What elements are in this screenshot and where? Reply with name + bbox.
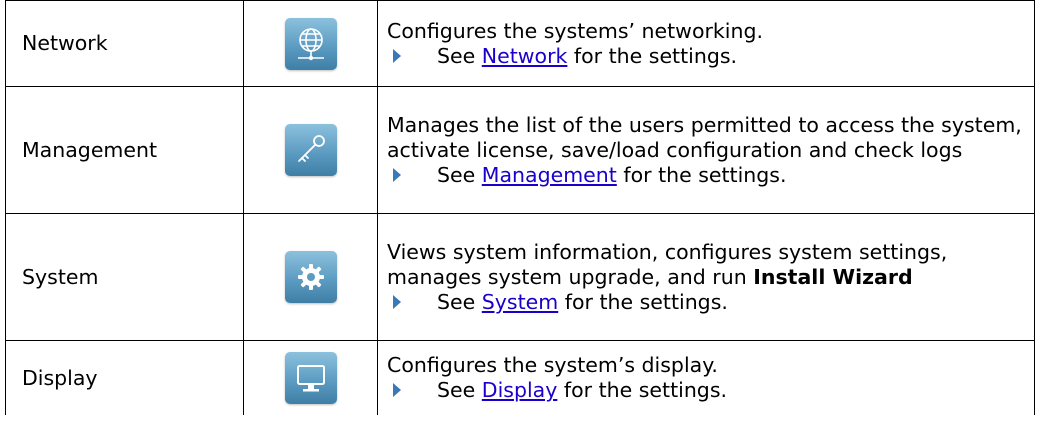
- row-description: Configures the system’s display.: [387, 353, 718, 377]
- row-description: Manages the list of the users permitted …: [387, 112, 1022, 162]
- display-link[interactable]: Display: [482, 378, 558, 402]
- install-wizard-label: Install Wizard: [753, 264, 913, 289]
- bullet-arrow-icon: [393, 167, 401, 182]
- table-row-display: Display Configures the system’s display.…: [5, 340, 1035, 415]
- gear-icon[interactable]: [284, 251, 337, 303]
- see-line: See Network for the settings.: [387, 44, 1028, 69]
- settings-table: Network Configures the systems’ networki…: [5, 0, 1035, 415]
- bullet-arrow-icon: [393, 383, 401, 397]
- row-description: Views system information, configures sys…: [387, 239, 948, 289]
- bullet-arrow-icon: [393, 48, 401, 63]
- row-name: Network: [5, 0, 244, 87]
- row-name: Management: [5, 86, 244, 214]
- management-link[interactable]: Management: [482, 163, 617, 187]
- row-name: System: [5, 213, 244, 341]
- see-line: See Display for the settings.: [387, 378, 1028, 403]
- see-line: See System for the settings.: [387, 290, 1028, 315]
- system-link[interactable]: System: [482, 290, 558, 314]
- globe-icon[interactable]: [284, 17, 337, 70]
- see-line: See Management for the settings.: [387, 163, 1028, 188]
- row-name: Display: [5, 340, 244, 415]
- key-icon[interactable]: [284, 124, 337, 176]
- bullet-arrow-icon: [393, 294, 401, 309]
- table-row-network: Network Configures the systems’ networki…: [5, 0, 1035, 87]
- monitor-icon[interactable]: [284, 352, 337, 404]
- table-row-system: System Views system information, configu…: [5, 213, 1035, 341]
- network-link[interactable]: Network: [482, 44, 568, 68]
- table-row-management: Management Manages the list of the users…: [5, 86, 1035, 214]
- row-description: Configures the systems’ networking.: [387, 18, 764, 43]
